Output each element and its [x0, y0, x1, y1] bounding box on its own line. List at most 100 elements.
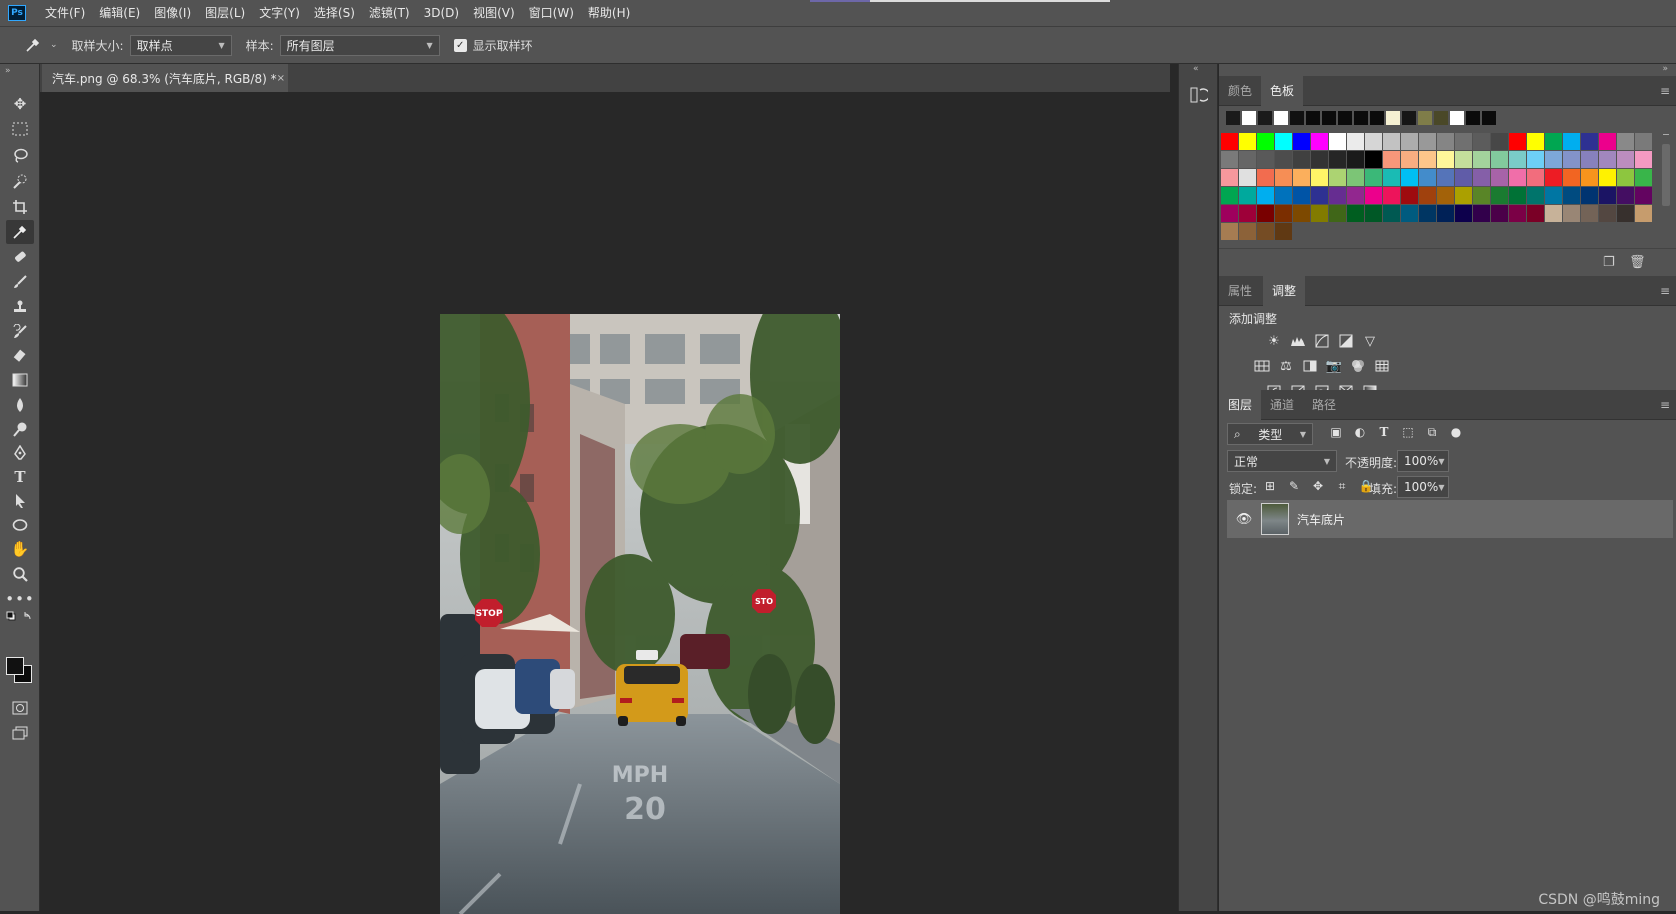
tab-swatches[interactable]: 色板: [1261, 76, 1304, 106]
tab-color[interactable]: 颜色: [1219, 76, 1261, 106]
color-swatch[interactable]: [1329, 205, 1346, 222]
hue-saturation-icon[interactable]: [1253, 357, 1271, 375]
color-swatch[interactable]: [1329, 187, 1346, 204]
color-swatch[interactable]: [1239, 223, 1256, 240]
blend-mode-select[interactable]: 正常 ▼: [1227, 450, 1337, 472]
color-swatch[interactable]: [1527, 205, 1544, 222]
color-swatch[interactable]: [1635, 169, 1652, 186]
type-tool-icon[interactable]: T: [6, 465, 34, 489]
blur-tool-icon[interactable]: [6, 393, 34, 417]
lasso-tool-icon[interactable]: [6, 143, 34, 167]
color-swatch[interactable]: [1383, 133, 1400, 150]
eyedropper-tool-icon[interactable]: [6, 220, 34, 244]
color-swatch[interactable]: [1617, 169, 1634, 186]
menu-item-2[interactable]: 图像(I): [147, 0, 198, 26]
color-swatch[interactable]: [1257, 133, 1274, 150]
color-swatch[interactable]: [1509, 151, 1526, 168]
color-swatch[interactable]: [1545, 205, 1562, 222]
zoom-tool-icon[interactable]: [6, 562, 34, 586]
color-swatch[interactable]: [1599, 133, 1616, 150]
color-swatch[interactable]: [1599, 205, 1616, 222]
swatches-scroll-thumb[interactable]: [1662, 144, 1670, 206]
brightness-contrast-icon[interactable]: ☀: [1265, 332, 1283, 350]
fill-field[interactable]: 100% ▼: [1397, 476, 1449, 498]
sample-size-select[interactable]: 取样点 ▼: [129, 34, 232, 56]
lock-artboard-icon[interactable]: ⌗: [1333, 477, 1351, 495]
recent-swatch[interactable]: [1466, 111, 1480, 125]
color-swatch[interactable]: [1347, 169, 1364, 186]
smart-object-filter-icon[interactable]: ⧉: [1423, 423, 1441, 441]
color-swatch[interactable]: [1293, 151, 1310, 168]
recent-swatch[interactable]: [1354, 111, 1368, 125]
color-swatch[interactable]: [1365, 151, 1382, 168]
color-swatch[interactable]: [1527, 169, 1544, 186]
color-swatch[interactable]: [1563, 151, 1580, 168]
gradient-tool-icon[interactable]: [6, 368, 34, 392]
panel-menu-icon[interactable]: ≡: [1660, 284, 1670, 298]
color-swatch[interactable]: [1635, 187, 1652, 204]
color-swatch[interactable]: [1635, 151, 1652, 168]
recent-swatch[interactable]: [1418, 111, 1432, 125]
expand-panels-icon[interactable]: »: [1662, 64, 1668, 74]
menu-item-7[interactable]: 3D(D): [417, 0, 466, 26]
eyedropper-tool-preset-icon[interactable]: [16, 32, 50, 58]
color-swatch[interactable]: [1563, 205, 1580, 222]
color-swatch[interactable]: [1617, 205, 1634, 222]
recent-swatch[interactable]: [1386, 111, 1400, 125]
color-swatch[interactable]: [1491, 151, 1508, 168]
color-swatch[interactable]: [1383, 169, 1400, 186]
color-swatch[interactable]: [1257, 205, 1274, 222]
recent-swatch[interactable]: [1274, 111, 1288, 125]
color-swatch[interactable]: [1455, 169, 1472, 186]
recent-swatch[interactable]: [1258, 111, 1272, 125]
tab-channels[interactable]: 通道: [1261, 390, 1303, 420]
color-swatch[interactable]: [1275, 205, 1292, 222]
color-swatch[interactable]: [1329, 151, 1346, 168]
color-swatch[interactable]: [1275, 169, 1292, 186]
color-swatch[interactable]: [1347, 205, 1364, 222]
menu-item-4[interactable]: 文字(Y): [252, 0, 307, 26]
default-colors-icon[interactable]: [6, 609, 34, 627]
history-brush-tool-icon[interactable]: [6, 320, 34, 344]
color-balance-icon[interactable]: ⚖: [1277, 357, 1295, 375]
color-swatch[interactable]: [1365, 187, 1382, 204]
lock-position-icon[interactable]: ✥: [1309, 477, 1327, 495]
move-tool-icon[interactable]: ✥: [6, 92, 34, 116]
color-swatch[interactable]: [1455, 151, 1472, 168]
color-swatch[interactable]: [1581, 169, 1598, 186]
color-swatch[interactable]: [1275, 151, 1292, 168]
color-swatch[interactable]: [1329, 169, 1346, 186]
color-swatch[interactable]: [1311, 205, 1328, 222]
panel-collapse-icon[interactable]: »: [5, 66, 11, 76]
crop-tool-icon[interactable]: [6, 195, 34, 219]
color-swatch[interactable]: [1599, 151, 1616, 168]
color-swatch[interactable]: [1293, 133, 1310, 150]
color-swatch[interactable]: [1221, 169, 1238, 186]
document-tab[interactable]: 汽车.png @ 68.3% (汽车底片, RGB/8) * ×: [42, 64, 288, 92]
color-swatch[interactable]: [1437, 205, 1454, 222]
color-swatch[interactable]: [1617, 187, 1634, 204]
trash-icon[interactable]: 🗑: [1629, 255, 1646, 270]
close-tab-icon[interactable]: ×: [277, 73, 285, 84]
color-swatch[interactable]: [1293, 187, 1310, 204]
color-swatch[interactable]: [1365, 169, 1382, 186]
color-swatch[interactable]: [1239, 205, 1256, 222]
marquee-tool-icon[interactable]: [6, 117, 34, 141]
adjustment-layer-filter-icon[interactable]: ◐: [1351, 423, 1369, 441]
clone-stamp-tool-icon[interactable]: [6, 295, 34, 319]
recent-swatch[interactable]: [1402, 111, 1416, 125]
color-swatch[interactable]: [1491, 187, 1508, 204]
color-swatch[interactable]: [1455, 205, 1472, 222]
menu-item-3[interactable]: 图层(L): [198, 0, 252, 26]
color-swatch[interactable]: [1419, 151, 1436, 168]
quick-mask-icon[interactable]: [6, 696, 34, 720]
color-swatch[interactable]: [1401, 205, 1418, 222]
sample-layers-select[interactable]: 所有图层 ▼: [279, 34, 440, 56]
new-swatch-icon[interactable]: ❐: [1603, 255, 1615, 270]
color-swatch[interactable]: [1347, 151, 1364, 168]
show-sampling-ring-checkbox[interactable]: ✓: [453, 38, 467, 52]
color-swatch[interactable]: [1383, 205, 1400, 222]
color-swatch[interactable]: [1221, 133, 1238, 150]
color-swatch[interactable]: [1293, 169, 1310, 186]
color-swatch[interactable]: [1365, 205, 1382, 222]
